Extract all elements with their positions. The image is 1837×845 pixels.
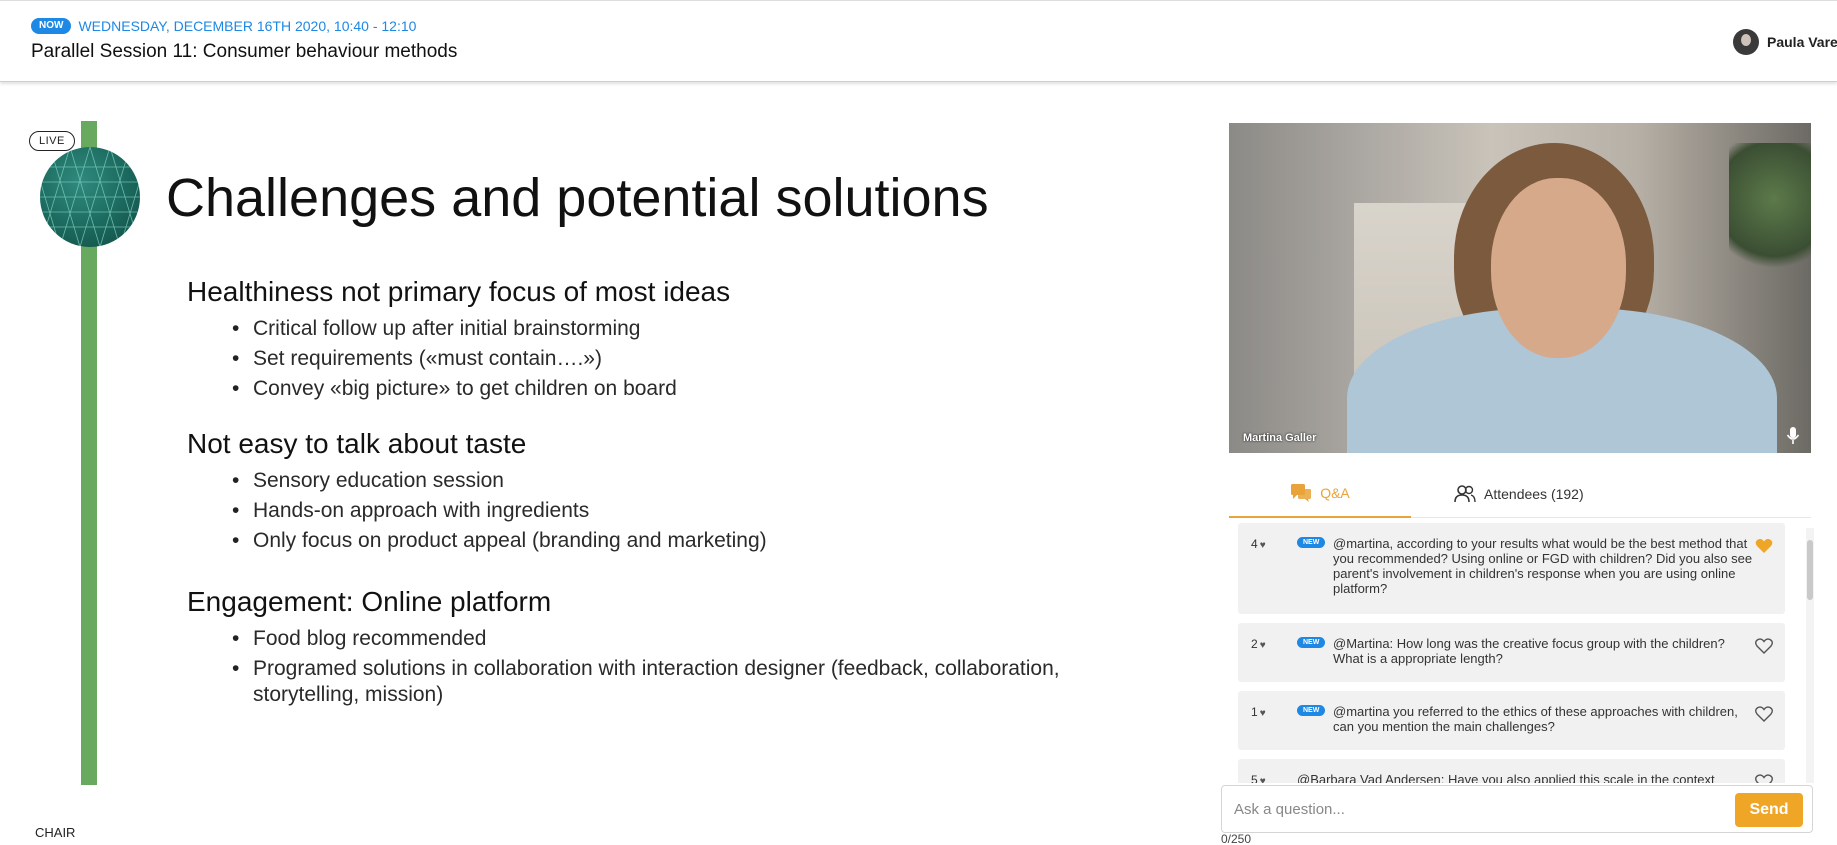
slide-section: Not easy to talk about taste Sensory edu… xyxy=(187,428,767,556)
presentation-slide: LIVE Challenges and potential solutions … xyxy=(0,84,1210,804)
vote-number: 4 xyxy=(1251,537,1258,551)
bullet-list: Sensory education session Hands-on appro… xyxy=(187,466,767,556)
question-input[interactable] xyxy=(1234,796,1704,822)
session-title: Parallel Session 11: Consumer behaviour … xyxy=(31,41,458,62)
question-text: @martina you referred to the ethics of t… xyxy=(1333,704,1738,734)
question-item[interactable]: 2 ♥ NEW @Martina: How long was the creati… xyxy=(1238,623,1785,682)
vote-number: 2 xyxy=(1251,637,1258,651)
qa-scrollbar[interactable] xyxy=(1806,528,1814,783)
bullet-item: Convey «big picture» to get children on … xyxy=(187,374,730,404)
globe-logo xyxy=(40,147,140,247)
user-name[interactable]: Paula Varel xyxy=(1767,34,1837,50)
heart-outline-icon[interactable] xyxy=(1755,638,1773,654)
scrollbar-thumb[interactable] xyxy=(1807,540,1813,600)
bullet-item: Sensory education session xyxy=(187,466,767,496)
bullet-item: Food blog recommended xyxy=(187,624,1060,654)
bullet-item: Hands-on approach with ingredients xyxy=(187,496,767,526)
ask-question-box: Send xyxy=(1221,785,1813,833)
chat-bubbles-icon xyxy=(1291,484,1312,502)
character-counter: 0/250 xyxy=(1221,832,1252,845)
chair-label: CHAIR xyxy=(35,825,76,840)
tab-attendees[interactable]: Attendees (192) xyxy=(1454,470,1584,518)
vote-count[interactable]: 1 ♥ xyxy=(1251,705,1266,719)
tab-qa[interactable]: Q&A xyxy=(1229,470,1411,518)
now-badge: NOW xyxy=(31,18,72,34)
question-text: @martina, according to your results what… xyxy=(1333,536,1753,596)
slide-section: Healthiness not primary focus of most id… xyxy=(187,276,730,404)
question-item[interactable]: 1 ♥ NEW @martina you referred to the ethi… xyxy=(1238,691,1785,750)
vote-count[interactable]: 4 ♥ xyxy=(1251,537,1266,551)
avatar[interactable] xyxy=(1733,29,1759,55)
qa-list[interactable]: 4 ♥ NEW @martina, according to your resul… xyxy=(1229,523,1829,783)
question-text: @Barbara Vad Andersen: Have you also app… xyxy=(1297,772,1715,783)
bullet-line: Programed solutions in collaboration wit… xyxy=(253,657,1060,680)
speaker-face xyxy=(1491,178,1626,358)
question-item[interactable]: 5 ♥ @Barbara Vad Andersen: Have you also … xyxy=(1238,759,1785,783)
heart-filled-icon[interactable] xyxy=(1755,538,1773,554)
section-heading: Engagement: Online platform xyxy=(187,586,552,617)
question-text: @Martina: How long was the creative focu… xyxy=(1333,636,1725,666)
bullet-line: storytelling, mission) xyxy=(253,683,444,706)
slide-title: Challenges and potential solutions xyxy=(166,168,989,228)
vote-number: 5 xyxy=(1251,773,1258,783)
session-date: WEDNESDAY, DECEMBER 16TH 2020, 10:40 - 1… xyxy=(78,18,417,34)
user-menu[interactable]: Paula Varel xyxy=(1733,29,1837,55)
slide-section: Engagement: Online platform Food blog re… xyxy=(187,586,1060,706)
heart-icon: ♥ xyxy=(1259,640,1266,651)
bullet-item: Programed solutions in collaboration wit… xyxy=(187,654,1060,706)
bullet-item: Only focus on product appeal (branding a… xyxy=(187,526,767,556)
session-header: NOW WEDNESDAY, DECEMBER 16TH 2020, 10:40… xyxy=(0,0,1837,82)
webinar-app: NOW WEDNESDAY, DECEMBER 16TH 2020, 10:40… xyxy=(0,0,1837,845)
speaker-name: Martina Galler xyxy=(1243,432,1317,444)
new-badge: NEW xyxy=(1297,537,1326,548)
question-item[interactable]: 4 ♥ NEW @martina, according to your resul… xyxy=(1238,523,1785,614)
session-meta: NOW WEDNESDAY, DECEMBER 16TH 2020, 10:40… xyxy=(31,18,416,34)
side-panel-tabs: Q&A Attendees (192) xyxy=(1229,470,1811,518)
vote-count[interactable]: 2 ♥ xyxy=(1251,637,1266,651)
bullet-list: Food blog recommended Programed solution… xyxy=(187,624,1060,706)
video-background-plants xyxy=(1729,143,1811,283)
people-icon xyxy=(1454,485,1476,503)
new-badge: NEW xyxy=(1297,637,1326,648)
section-heading: Not easy to talk about taste xyxy=(187,428,527,459)
bullet-item: Critical follow up after initial brainst… xyxy=(187,314,730,344)
speaker-video[interactable]: Martina Galler xyxy=(1229,123,1811,453)
heart-icon: ♥ xyxy=(1259,776,1266,783)
tab-attendees-label: Attendees (192) xyxy=(1484,486,1584,502)
microphone-icon[interactable] xyxy=(1786,427,1800,445)
live-badge: LIVE xyxy=(29,131,75,151)
vote-count[interactable]: 5 ♥ xyxy=(1251,773,1266,783)
heart-icon: ♥ xyxy=(1259,708,1266,719)
tab-qa-label: Q&A xyxy=(1320,485,1350,501)
new-badge: NEW xyxy=(1297,705,1326,716)
section-heading: Healthiness not primary focus of most id… xyxy=(187,276,731,307)
bullet-item: Set requirements («must contain….») xyxy=(187,344,730,374)
heart-outline-icon[interactable] xyxy=(1755,774,1773,783)
send-button[interactable]: Send xyxy=(1735,793,1803,827)
bullet-list: Critical follow up after initial brainst… xyxy=(187,314,730,404)
heart-icon: ♥ xyxy=(1259,540,1266,551)
vote-number: 1 xyxy=(1251,705,1258,719)
heart-outline-icon[interactable] xyxy=(1755,706,1773,722)
